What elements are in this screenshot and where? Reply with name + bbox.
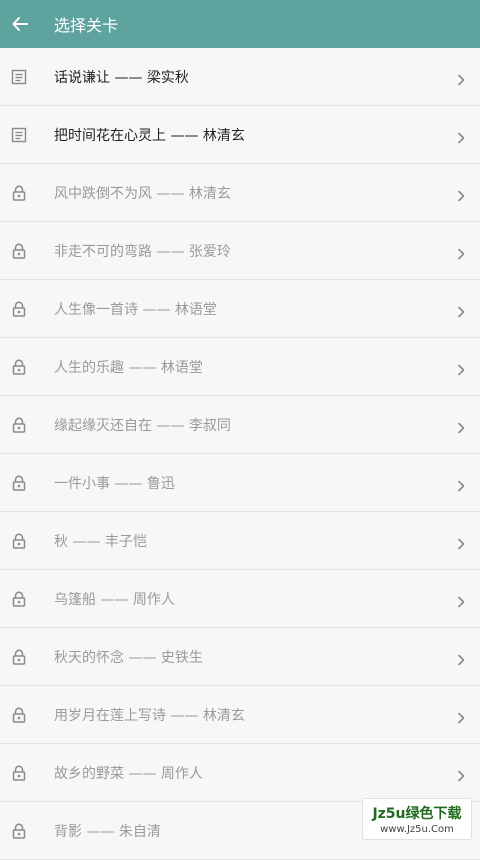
chevron-right-icon [456,303,466,317]
page-title: 选择关卡 [54,16,119,35]
watermark-url: www.Jz5u.Com [380,824,454,835]
level-item-label: 乌篷船 —— 周作人 [54,591,175,608]
app-bar: 选择关卡 [0,0,480,48]
level-item-label: 故乡的野菜 —— 周作人 [54,765,203,782]
level-item-label: 秋 —— 丰子恺 [54,533,147,550]
level-item[interactable]: 非走不可的弯路 —— 张爱玲 [0,222,480,280]
level-item[interactable]: 把时间花在心灵上 —— 林清玄 [0,106,480,164]
lock-icon [10,242,28,260]
lock-icon [10,474,28,492]
document-icon [10,126,28,144]
lock-icon [10,358,28,376]
chevron-right-icon [456,361,466,375]
lock-icon [10,184,28,202]
chevron-right-icon [456,477,466,491]
level-item-label: 秋天的怀念 —— 史铁生 [54,649,203,666]
level-item[interactable]: 用岁月在莲上写诗 —— 林清玄 [0,686,480,744]
level-item[interactable]: 风中跌倒不为风 —— 林清玄 [0,164,480,222]
lock-icon [10,764,28,782]
chevron-right-icon [456,535,466,549]
level-item-label: 话说谦让 —— 梁实秋 [54,69,189,86]
chevron-right-icon [456,767,466,781]
lock-icon [10,416,28,434]
chevron-right-icon [456,419,466,433]
back-button[interactable] [2,0,38,48]
level-item[interactable]: 乌篷船 —— 周作人 [0,570,480,628]
chevron-right-icon [456,593,466,607]
lock-icon [10,300,28,318]
level-item-label: 用岁月在莲上写诗 —— 林清玄 [54,707,245,724]
level-item[interactable]: 话说谦让 —— 梁实秋 [0,48,480,106]
watermark-logo: Jz5u绿色下载 www.Jz5u.Com [362,798,472,840]
level-list: 话说谦让 —— 梁实秋把时间花在心灵上 —— 林清玄 风中跌倒不为风 —— 林清玄… [0,48,480,860]
level-item-label: 人生像一首诗 —— 林语堂 [54,301,217,318]
arrow-left-icon [12,17,28,31]
level-item[interactable]: 一件小事 —— 鲁迅 [0,454,480,512]
level-item-label: 非走不可的弯路 —— 张爱玲 [54,243,231,260]
chevron-right-icon [456,245,466,259]
level-item-label: 把时间花在心灵上 —— 林清玄 [54,127,245,144]
level-item[interactable]: 秋天的怀念 —— 史铁生 [0,628,480,686]
chevron-right-icon [456,71,466,85]
chevron-right-icon [456,187,466,201]
lock-icon [10,706,28,724]
level-item-label: 背影 —— 朱自清 [54,823,161,840]
lock-icon [10,822,28,840]
level-item[interactable]: 人生的乐趣 —— 林语堂 [0,338,480,396]
level-item-label: 风中跌倒不为风 —— 林清玄 [54,185,231,202]
lock-icon [10,590,28,608]
level-item-label: 人生的乐趣 —— 林语堂 [54,359,203,376]
level-item[interactable]: 秋 —— 丰子恺 [0,512,480,570]
level-item-label: 一件小事 —— 鲁迅 [54,475,175,492]
lock-icon [10,532,28,550]
lock-icon [10,648,28,666]
level-item[interactable]: 故乡的野菜 —— 周作人 [0,744,480,802]
chevron-right-icon [456,651,466,665]
chevron-right-icon [456,709,466,723]
watermark-title: Jz5u绿色下载 [372,806,462,822]
chevron-right-icon [456,129,466,143]
level-item[interactable]: 人生像一首诗 —— 林语堂 [0,280,480,338]
level-item-label: 缘起缘灭还自在 —— 李叔同 [54,417,231,434]
document-icon [10,68,28,86]
level-item[interactable]: 缘起缘灭还自在 —— 李叔同 [0,396,480,454]
